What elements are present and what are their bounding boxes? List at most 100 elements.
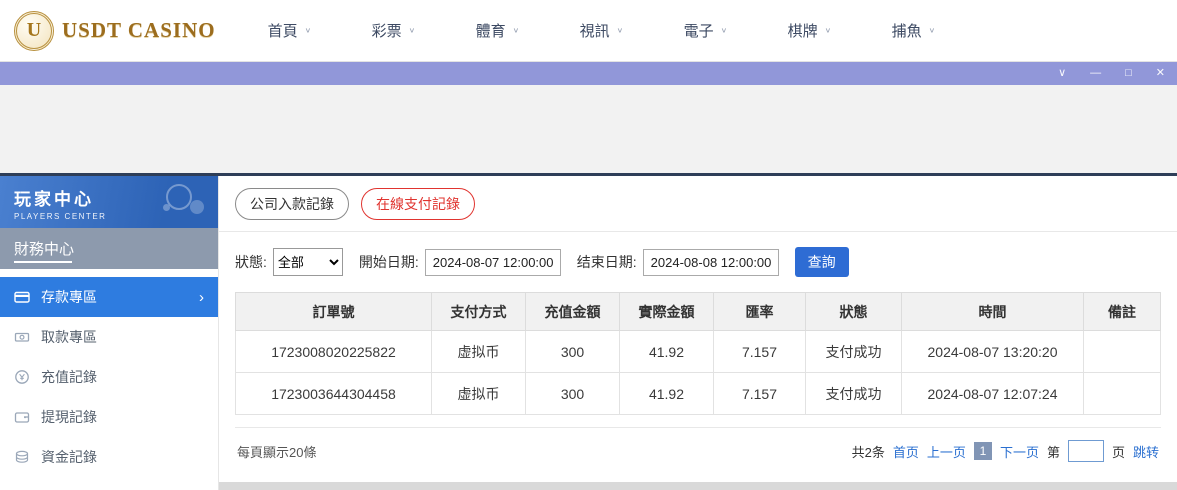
logo-icon: U	[14, 11, 54, 51]
column-header-order-no: 訂單號	[236, 293, 432, 331]
spacer	[0, 85, 1177, 173]
chevron-down-icon: ∨	[929, 26, 936, 35]
nav-item-fishing[interactable]: 捕魚 ∨	[892, 20, 996, 41]
nav-item-slots[interactable]: 電子 ∨	[684, 20, 788, 41]
records-table: 訂單號 支付方式 充值金額 實際金額 匯率 狀態 時間 備註 172300802	[235, 292, 1161, 415]
top-header: U USDT CASINO 首頁 ∨ 彩票 ∨ 體育 ∨ 視訊 ∨ 電子	[0, 0, 1177, 62]
sidebar-header: 玩家中心 PLAYERS CENTER	[0, 176, 218, 228]
logo-badge-letter: U	[27, 19, 41, 42]
maximize-icon[interactable]: □	[1125, 68, 1132, 79]
nav-item-live-video[interactable]: 視訊 ∨	[580, 20, 684, 41]
total-count: 共2条	[852, 442, 885, 461]
window-title-bar: ∨ — □ ✕	[0, 62, 1177, 85]
sidebar: 玩家中心 PLAYERS CENTER 財務中心 存款專區 ›	[0, 176, 218, 490]
column-header-status: 狀態	[806, 293, 902, 331]
logo-text: USDT CASINO	[62, 18, 216, 43]
nav-item-label: 首頁	[268, 20, 298, 41]
end-date-label: 结束日期:	[577, 252, 637, 272]
nav-item-home[interactable]: 首頁 ∨	[268, 20, 372, 41]
content: 公司入款記錄 在線支付記錄 狀態: 全部 開始日期: 结束日期: 查詢	[218, 176, 1177, 490]
pagination-bar: 每頁顯示20條 共2条 首页 上一页 1 下一页 第 页 跳转	[235, 427, 1161, 472]
sidebar-subtitle: PLAYERS CENTER	[14, 212, 218, 221]
column-header-pay-method: 支付方式	[432, 293, 526, 331]
main-area: 玩家中心 PLAYERS CENTER 財務中心 存款專區 ›	[0, 173, 1177, 490]
cell-amount: 300	[526, 331, 620, 373]
status-select[interactable]: 全部	[273, 248, 343, 276]
pager: 共2条 首页 上一页 1 下一页 第 页 跳转	[852, 440, 1159, 462]
cell-order-no: 1723008020225822	[236, 331, 432, 373]
table-row: 1723008020225822 虚拟币 300 41.92 7.157 支付成…	[236, 331, 1161, 373]
column-header-actual-amount: 實際金額	[620, 293, 714, 331]
nav-item-label: 視訊	[580, 20, 610, 41]
nav-item-label: 體育	[476, 20, 506, 41]
filter-bar: 狀態: 全部 開始日期: 结束日期: 查詢	[219, 232, 1177, 292]
sidebar-item-label: 提現記錄	[41, 407, 97, 427]
column-header-remark: 備註	[1084, 293, 1161, 331]
cell-time: 2024-08-07 12:07:24	[902, 373, 1084, 415]
jump-suffix-label: 页	[1112, 442, 1125, 461]
status-label: 狀態:	[235, 252, 267, 272]
jump-page-input[interactable]	[1068, 440, 1104, 462]
chevron-down-icon: ∨	[409, 26, 416, 35]
cell-status: 支付成功	[806, 373, 902, 415]
nav-item-sports[interactable]: 體育 ∨	[476, 20, 580, 41]
main-nav: 首頁 ∨ 彩票 ∨ 體育 ∨ 視訊 ∨ 電子 ∨ 棋牌 ∨	[268, 20, 996, 41]
nav-item-board-games[interactable]: 棋牌 ∨	[788, 20, 892, 41]
next-page-link[interactable]: 下一页	[1000, 442, 1039, 461]
tab-company-deposit-records[interactable]: 公司入款記錄	[235, 188, 349, 220]
cell-order-no: 1723003644304458	[236, 373, 432, 415]
cell-rate: 7.157	[714, 331, 806, 373]
sidebar-item-funds-records[interactable]: 資金記錄	[0, 437, 218, 477]
tabs-row: 公司入款記錄 在線支付記錄	[219, 176, 1177, 232]
records-table-wrap: 訂單號 支付方式 充值金額 實際金額 匯率 狀態 時間 備註 172300802	[219, 292, 1177, 415]
end-date-input[interactable]	[643, 249, 779, 276]
current-page-badge[interactable]: 1	[974, 442, 992, 460]
prev-page-link[interactable]: 上一页	[927, 442, 966, 461]
chevron-down-icon: ∨	[721, 26, 728, 35]
chevron-down-icon: ∨	[513, 26, 520, 35]
sidebar-section-label: 財務中心	[14, 238, 74, 259]
banknote-icon	[14, 329, 30, 345]
chevron-right-icon: ›	[199, 289, 204, 306]
page-size-text: 每頁顯示20條	[237, 442, 316, 461]
chevron-down-icon: ∨	[305, 26, 312, 35]
start-date-label: 開始日期:	[359, 252, 419, 272]
nav-item-label: 彩票	[372, 20, 402, 41]
sidebar-item-withdrawal-records[interactable]: 提現記錄	[0, 397, 218, 437]
sidebar-item-label: 資金記錄	[41, 447, 97, 467]
cell-remark	[1084, 331, 1161, 373]
cell-actual-amount: 41.92	[620, 331, 714, 373]
table-row: 1723003644304458 虚拟币 300 41.92 7.157 支付成…	[236, 373, 1161, 415]
bottom-strip	[219, 482, 1177, 490]
sidebar-item-label: 取款專區	[41, 327, 97, 347]
close-icon[interactable]: ✕	[1156, 68, 1165, 79]
table-header-row: 訂單號 支付方式 充值金額 實際金額 匯率 狀態 時間 備註	[236, 293, 1161, 331]
cell-actual-amount: 41.92	[620, 373, 714, 415]
jump-button[interactable]: 跳转	[1133, 442, 1159, 461]
cell-time: 2024-08-07 13:20:20	[902, 331, 1084, 373]
search-button[interactable]: 查詢	[795, 247, 849, 277]
coin-stack-icon	[14, 449, 30, 465]
column-header-time: 時間	[902, 293, 1084, 331]
wallet-icon	[14, 409, 30, 425]
nav-item-lottery[interactable]: 彩票 ∨	[372, 20, 476, 41]
column-header-rate: 匯率	[714, 293, 806, 331]
tab-online-payment-records[interactable]: 在線支付記錄	[361, 188, 475, 220]
sidebar-item-label: 充值記錄	[41, 367, 97, 387]
nav-item-label: 電子	[684, 20, 714, 41]
coin-yuan-icon	[14, 369, 30, 385]
nav-item-label: 捕魚	[892, 20, 922, 41]
cell-rate: 7.157	[714, 373, 806, 415]
nav-item-label: 棋牌	[788, 20, 818, 41]
minimize-icon[interactable]: —	[1090, 68, 1101, 79]
sidebar-item-withdraw[interactable]: 取款專區	[0, 317, 218, 357]
collapse-icon[interactable]: ∨	[1058, 68, 1066, 79]
sidebar-item-deposit[interactable]: 存款專區 ›	[0, 277, 218, 317]
cell-amount: 300	[526, 373, 620, 415]
cell-pay-method: 虚拟币	[432, 331, 526, 373]
sidebar-item-recharge-records[interactable]: 充值記錄	[0, 357, 218, 397]
sidebar-menu: 存款專區 › 取款專區 充值記錄	[0, 269, 218, 477]
decorative-circle	[190, 200, 204, 214]
first-page-link[interactable]: 首页	[893, 442, 919, 461]
start-date-input[interactable]	[425, 249, 561, 276]
